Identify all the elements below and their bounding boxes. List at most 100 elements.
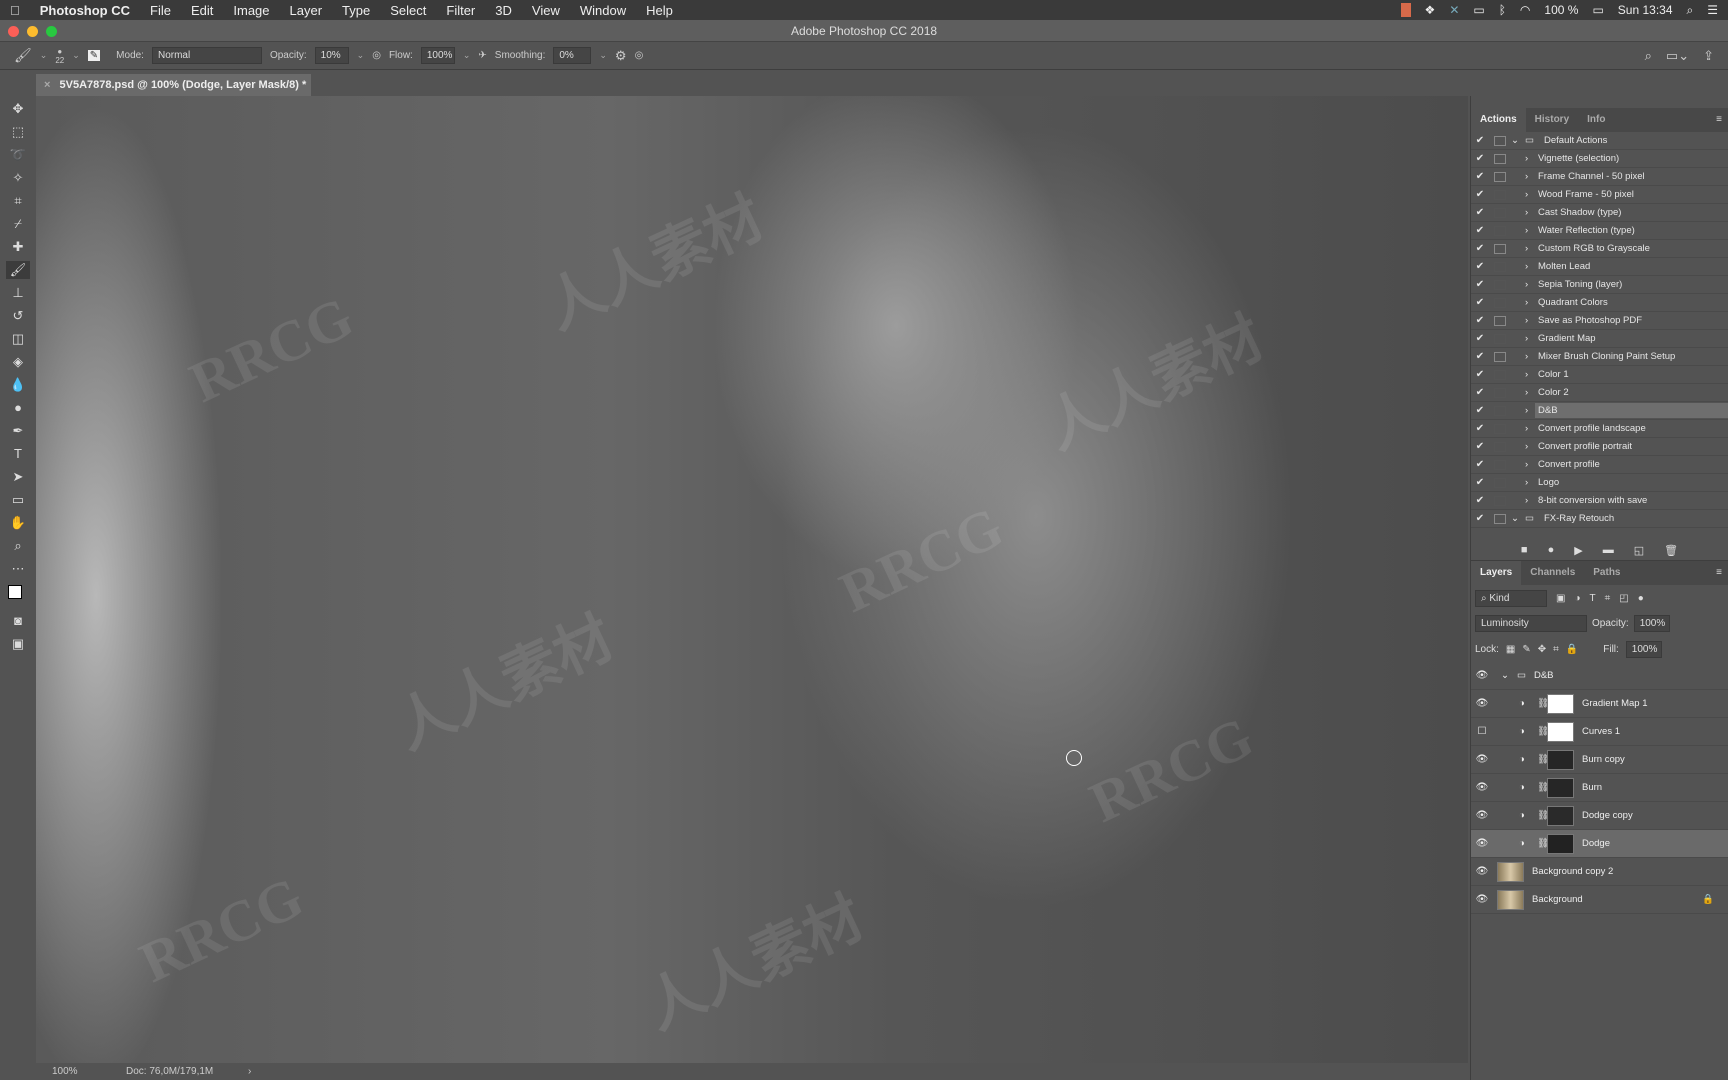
filter-smart-object-icon[interactable]: ◰ — [1619, 593, 1628, 604]
opacity-input[interactable]: 10% — [314, 47, 349, 64]
check-icon[interactable]: ✔ — [1471, 333, 1489, 344]
path-selection-tool-icon[interactable]: ➤ — [13, 468, 24, 486]
check-icon[interactable]: ✔ — [1471, 225, 1489, 236]
action-item[interactable]: ✔ › Mixer Brush Cloning Paint Setup — [1471, 348, 1728, 366]
brush-tool-icon[interactable]: 🖌 — [14, 47, 32, 64]
chevron-right-icon[interactable]: › — [1525, 387, 1535, 398]
healing-brush-tool-icon[interactable]: ✚ — [13, 238, 24, 256]
share-icon[interactable]: ⇪ — [1703, 48, 1714, 64]
menu-type[interactable]: Type — [332, 3, 380, 18]
brush-tool-icon[interactable]: 🖌 — [5, 261, 31, 279]
check-icon[interactable]: ✔ — [1471, 441, 1489, 452]
action-item[interactable]: ✔ › Custom RGB to Grayscale — [1471, 240, 1728, 258]
layer-mask-thumbnail[interactable] — [1547, 805, 1574, 826]
chevron-right-icon[interactable]: › — [1525, 225, 1535, 236]
lasso-tool-icon[interactable]: ➰ — [10, 146, 26, 164]
menu-window[interactable]: Window — [570, 3, 636, 18]
smoothing-dropdown-icon[interactable]: ⌄ — [599, 50, 607, 61]
check-icon[interactable]: ✔ — [1471, 405, 1489, 416]
dialog-toggle[interactable] — [1494, 261, 1506, 272]
check-icon[interactable]: ✔ — [1471, 315, 1489, 326]
zoom-window-button[interactable] — [46, 26, 57, 37]
panel-menu-icon[interactable]: ≡ — [1716, 561, 1728, 585]
check-icon[interactable]: ✔ — [1471, 279, 1489, 290]
action-item[interactable]: ✔ › Vignette (selection) — [1471, 150, 1728, 168]
blur-tool-icon[interactable]: 💧 — [10, 376, 26, 394]
check-icon[interactable]: ✔ — [1471, 369, 1489, 380]
canvas-image[interactable]: RRCG 人人素材 RRCG 人人素材 人人素材 RRCG 人人素材 RRCG — [36, 96, 1468, 1063]
action-item[interactable]: ✔ ⌄ ▭ Default Actions — [1471, 132, 1728, 150]
chevron-right-icon[interactable]: › — [1525, 207, 1535, 218]
visibility-toggle[interactable]: ☐ — [1471, 726, 1493, 737]
brush-preset-picker[interactable]: ● 22 — [55, 47, 64, 65]
dialog-toggle[interactable] — [1494, 189, 1506, 200]
smoothing-gear-icon[interactable]: ⚙ — [615, 48, 627, 64]
lock-icon[interactable]: 🔒 — [1702, 894, 1714, 905]
marquee-tool-icon[interactable]: ⬚ — [12, 123, 24, 141]
play-icon[interactable]: ▶ — [1574, 544, 1582, 557]
action-item[interactable]: ✔ ⌄ ▭ FX-Ray Retouch — [1471, 510, 1728, 528]
link-icon[interactable]: ⛓ — [1537, 838, 1549, 849]
bluetooth-icon[interactable]: ᛒ — [1499, 3, 1506, 17]
action-item[interactable]: ✔ › Water Reflection (type) — [1471, 222, 1728, 240]
record-icon[interactable]: ● — [1548, 544, 1555, 556]
dialog-toggle[interactable] — [1494, 351, 1506, 362]
layer-row[interactable]: 👁 ◑ ⛓ Gradient Map 1 — [1471, 690, 1728, 718]
menu-filter[interactable]: Filter — [436, 3, 485, 18]
layer-name[interactable]: Curves 1 — [1582, 726, 1728, 737]
eye-icon[interactable]: 👁 — [1471, 838, 1493, 849]
dialog-toggle[interactable] — [1494, 207, 1506, 218]
lock-position-icon[interactable]: ✥ — [1538, 644, 1546, 655]
pressure-size-icon[interactable]: ◎ — [635, 50, 644, 61]
dropbox-icon[interactable]: ❖ — [1425, 3, 1436, 17]
action-item[interactable]: ✔ › Color 1 — [1471, 366, 1728, 384]
apple-menu-icon[interactable]:  — [0, 3, 30, 18]
chevron-right-icon[interactable]: › — [1525, 405, 1535, 416]
airbrush-icon[interactable]: ✈ — [478, 50, 486, 61]
filter-adjustment-icon[interactable]: ◑ — [1574, 593, 1580, 604]
layer-name[interactable]: D&B — [1534, 670, 1728, 681]
magic-wand-tool-icon[interactable]: ✧ — [13, 169, 24, 187]
wifi-icon[interactable]: ◠ — [1520, 3, 1530, 17]
layer-thumbnail[interactable] — [1497, 861, 1524, 882]
check-icon[interactable]: ✔ — [1471, 207, 1489, 218]
pressure-opacity-icon[interactable]: ◎ — [372, 50, 381, 61]
lock-transparent-icon[interactable]: ▦ — [1506, 644, 1515, 655]
dialog-toggle[interactable] — [1494, 369, 1506, 380]
action-item[interactable]: ✔ › Frame Channel - 50 pixel — [1471, 168, 1728, 186]
chevron-right-icon[interactable]: › — [1525, 333, 1535, 344]
eye-icon[interactable]: 👁 — [1471, 810, 1493, 821]
dialog-toggle[interactable] — [1494, 333, 1506, 344]
dialog-toggle[interactable] — [1494, 279, 1506, 290]
layer-row[interactable]: 👁 ◑ ⛓ Burn — [1471, 774, 1728, 802]
search-icon[interactable]: ⌕ — [1645, 48, 1652, 64]
link-icon[interactable]: ⛓ — [1537, 782, 1549, 793]
type-tool-icon[interactable]: T — [14, 445, 22, 463]
close-tab-icon[interactable]: × — [44, 79, 50, 91]
action-item[interactable]: ✔ › Wood Frame - 50 pixel — [1471, 186, 1728, 204]
crop-tool-icon[interactable]: ⌗ — [14, 192, 21, 210]
flow-input[interactable]: 100% — [420, 47, 455, 64]
action-item[interactable]: ✔ › Save as Photoshop PDF — [1471, 312, 1728, 330]
battery-text[interactable]: 100 % — [1544, 3, 1578, 17]
paint-bucket-tool-icon[interactable]: ◈ — [13, 353, 23, 371]
stop-icon[interactable]: ■ — [1521, 544, 1528, 556]
close-window-button[interactable] — [8, 26, 19, 37]
action-item[interactable]: ✔ › D&B — [1471, 402, 1728, 420]
spotlight-icon[interactable]: ⌕ — [1687, 3, 1694, 18]
dialog-toggle[interactable] — [1494, 477, 1506, 488]
filter-shape-icon[interactable]: ⌗ — [1605, 593, 1611, 604]
status-app-icon[interactable] — [1400, 3, 1411, 17]
check-icon[interactable]: ✔ — [1471, 477, 1489, 488]
check-icon[interactable]: ✔ — [1471, 351, 1489, 362]
chevron-right-icon[interactable]: › — [1525, 243, 1535, 254]
menu-layer[interactable]: Layer — [280, 3, 333, 18]
link-icon[interactable]: ⛓ — [1537, 698, 1549, 709]
check-icon[interactable]: ✔ — [1471, 189, 1489, 200]
dialog-toggle[interactable] — [1494, 423, 1506, 434]
chevron-down-icon[interactable]: ⌄ — [1511, 513, 1525, 524]
eraser-tool-icon[interactable]: ◫ — [12, 330, 24, 348]
menu-edit[interactable]: Edit — [181, 3, 223, 18]
dialog-toggle[interactable] — [1494, 441, 1506, 452]
chevron-right-icon[interactable]: › — [1525, 171, 1535, 182]
